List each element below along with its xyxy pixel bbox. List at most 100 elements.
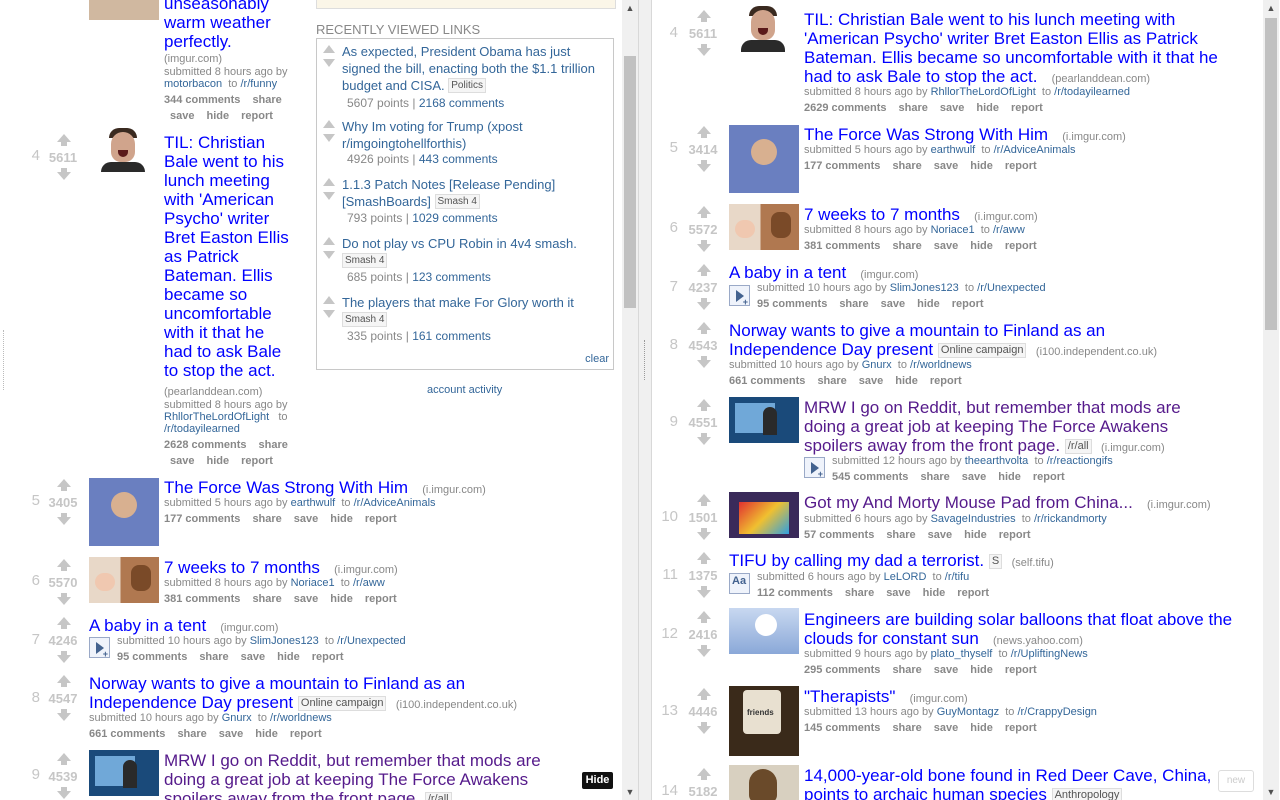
- expand-video-icon[interactable]: +: [804, 457, 825, 479]
- upvote-icon[interactable]: [323, 237, 335, 245]
- downvote-icon[interactable]: [323, 251, 335, 259]
- downvote-icon[interactable]: [57, 651, 71, 663]
- comments-link[interactable]: 177 comments: [804, 160, 880, 172]
- report-button[interactable]: report: [1005, 240, 1037, 252]
- post-thumbnail[interactable]: [89, 750, 159, 796]
- author-link[interactable]: GuyMontagz: [937, 706, 999, 718]
- upvote-icon[interactable]: [57, 479, 71, 491]
- share-button[interactable]: share: [886, 529, 915, 541]
- recent-title-text[interactable]: The players that make For Glory worth it: [342, 295, 574, 310]
- report-button[interactable]: report: [957, 587, 989, 599]
- downvote-icon[interactable]: [697, 528, 711, 540]
- downvote-icon[interactable]: [697, 722, 711, 734]
- title-line[interactable]: Independence Day present: [89, 693, 293, 712]
- title-line[interactable]: Norway wants to give a mountain to Finla…: [89, 674, 609, 693]
- split-divider[interactable]: [638, 0, 652, 800]
- upvote-icon[interactable]: [697, 10, 711, 22]
- post-domain[interactable]: (imgur.com): [164, 53, 222, 66]
- comments-link[interactable]: 661 comments: [729, 375, 805, 387]
- comments-link[interactable]: 2628 comments: [164, 439, 247, 451]
- hide-button[interactable]: hide: [970, 160, 993, 172]
- title-line[interactable]: to stop the act.: [164, 361, 304, 380]
- scroll-down-icon[interactable]: ▼: [1263, 784, 1279, 800]
- upvote-icon[interactable]: [697, 264, 711, 276]
- upvote-icon[interactable]: [697, 206, 711, 218]
- save-button[interactable]: save: [881, 298, 905, 310]
- share-button[interactable]: share: [177, 728, 206, 740]
- hide-button[interactable]: hide: [998, 471, 1021, 483]
- title-line[interactable]: Bret Easton Ellis: [164, 228, 304, 247]
- upvote-icon[interactable]: [57, 559, 71, 571]
- hide-button[interactable]: hide: [206, 110, 229, 122]
- title-text[interactable]: 7 weeks to 7 months: [804, 205, 960, 224]
- upvote-icon[interactable]: [697, 768, 711, 780]
- post-thumbnail[interactable]: [89, 0, 159, 20]
- comments-link[interactable]: 57 comments: [804, 529, 874, 541]
- author-link[interactable]: earthwulf: [291, 497, 336, 509]
- upvote-icon[interactable]: [57, 675, 71, 687]
- comments-link[interactable]: 123 comments: [412, 270, 491, 284]
- share-button[interactable]: share: [259, 439, 288, 451]
- downvote-icon[interactable]: [57, 168, 71, 180]
- report-button[interactable]: report: [241, 110, 273, 122]
- report-button[interactable]: report: [365, 593, 397, 605]
- share-button[interactable]: share: [892, 664, 921, 676]
- post-domain[interactable]: (news.yahoo.com): [993, 635, 1083, 647]
- post-title[interactable]: MRW I go on Reddit, but remember that mo…: [804, 398, 1224, 458]
- downvote-icon[interactable]: [323, 310, 335, 318]
- report-button[interactable]: report: [1005, 160, 1037, 172]
- author-link[interactable]: Gnurx: [222, 712, 252, 724]
- title-line[interactable]: with 'American: [164, 190, 304, 209]
- post-thumbnail[interactable]: [729, 204, 799, 250]
- expand-video-icon[interactable]: +: [729, 285, 750, 307]
- comments-link[interactable]: 2629 comments: [804, 102, 887, 114]
- hide-button[interactable]: hide: [970, 664, 993, 676]
- upvote-icon[interactable]: [697, 126, 711, 138]
- share-button[interactable]: share: [892, 722, 921, 734]
- author-link[interactable]: theearthvolta: [965, 455, 1029, 467]
- post-domain[interactable]: (imgur.com): [860, 269, 918, 281]
- report-button[interactable]: report: [312, 651, 344, 663]
- post-title[interactable]: TIFU by calling my dad a terrorist. S (s…: [729, 551, 1229, 573]
- comments-link[interactable]: 2168 comments: [419, 96, 504, 110]
- hide-button[interactable]: hide: [255, 728, 278, 740]
- recent-title[interactable]: As expected, President Obama has just si…: [342, 43, 610, 94]
- title-line[interactable]: uncomfortable: [164, 304, 304, 323]
- title-text[interactable]: The Force Was Strong With Him: [804, 125, 1048, 144]
- left-scrollbar[interactable]: ▲ ▼: [622, 0, 638, 800]
- save-button[interactable]: save: [934, 240, 958, 252]
- post-thumbnail[interactable]: [729, 765, 799, 800]
- comments-link[interactable]: 95 comments: [117, 651, 187, 663]
- upvote-icon[interactable]: [323, 45, 335, 53]
- downvote-icon[interactable]: [697, 240, 711, 252]
- save-button[interactable]: save: [934, 722, 958, 734]
- scroll-up-icon[interactable]: ▲: [622, 0, 638, 16]
- save-button[interactable]: save: [940, 102, 964, 114]
- title-text[interactable]: "Therapists": [804, 687, 895, 706]
- hide-button[interactable]: hide: [976, 102, 999, 114]
- save-button[interactable]: save: [934, 160, 958, 172]
- title-text[interactable]: TIL: Christian Bale went to his lunch me…: [804, 10, 1218, 86]
- title-line[interactable]: lunch meeting: [164, 171, 304, 190]
- post-domain[interactable]: (i100.independent.co.uk): [396, 699, 517, 711]
- subreddit-link[interactable]: /r/aww: [993, 224, 1025, 236]
- upvote-icon[interactable]: [697, 552, 711, 564]
- right-scrollbar[interactable]: ▲ ▼: [1263, 0, 1279, 800]
- recent-title[interactable]: Why Im voting for Trump (xpost r/imgoing…: [342, 118, 610, 152]
- title-line[interactable]: Bateman. Ellis: [164, 266, 304, 285]
- upvote-icon[interactable]: [697, 611, 711, 623]
- subreddit-link[interactable]: /r/AdviceAnimals: [994, 144, 1076, 156]
- post-domain[interactable]: (pearlanddean.com): [164, 386, 262, 399]
- upvote-icon[interactable]: [697, 322, 711, 334]
- author-link[interactable]: SlimJones123: [890, 282, 959, 294]
- author-link[interactable]: Noriace1: [931, 224, 975, 236]
- subreddit-link[interactable]: /r/funny: [240, 78, 277, 90]
- downvote-icon[interactable]: [697, 298, 711, 310]
- account-activity-link[interactable]: account activity: [427, 384, 502, 396]
- downvote-icon[interactable]: [323, 134, 335, 142]
- hide-button[interactable]: hide: [923, 587, 946, 599]
- subreddit-link[interactable]: /r/rickandmorty: [1034, 513, 1107, 525]
- comments-link[interactable]: 161 comments: [412, 329, 491, 343]
- hide-button[interactable]: hide: [206, 455, 229, 467]
- subreddit-link[interactable]: /r/worldnews: [910, 359, 972, 371]
